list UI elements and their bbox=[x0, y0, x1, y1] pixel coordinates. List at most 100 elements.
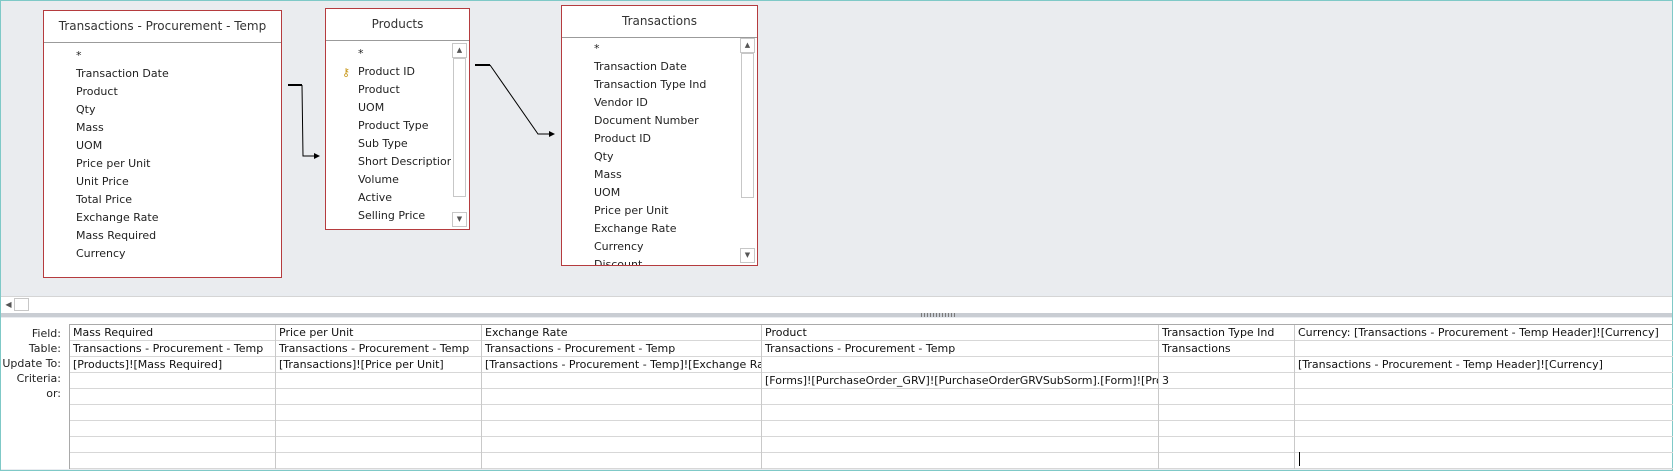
field-item[interactable]: Mass Required bbox=[326, 225, 451, 229]
grid-cell-criteria[interactable] bbox=[482, 373, 761, 389]
grid-cell-field[interactable]: Price per Unit bbox=[276, 325, 481, 341]
grid-cell-or[interactable] bbox=[482, 389, 761, 405]
scroll-down-icon[interactable]: ▼ bbox=[740, 248, 755, 263]
grid-cell-or[interactable] bbox=[70, 389, 275, 405]
field-item[interactable]: Document Number bbox=[562, 112, 739, 130]
field-item[interactable]: * bbox=[562, 40, 739, 58]
grid-cell-empty[interactable] bbox=[276, 437, 481, 453]
field-item[interactable]: Sub Type bbox=[326, 135, 451, 153]
join-line-product[interactable] bbox=[288, 84, 320, 159]
grid-column[interactable]: Mass Required Transactions - Procurement … bbox=[70, 325, 276, 469]
field-item[interactable]: * bbox=[326, 45, 451, 63]
grid-cell-criteria[interactable]: [Forms]![PurchaseOrder_GRV]![PurchaseOrd… bbox=[762, 373, 1158, 389]
grid-cell-criteria[interactable] bbox=[70, 373, 275, 389]
design-grid-pane[interactable]: Field: Table: Update To: Criteria: or: M… bbox=[1, 318, 1673, 469]
grid-cell-criteria[interactable]: 3 bbox=[1159, 373, 1294, 389]
grid-cell-update-to[interactable]: [Transactions]![Price per Unit] bbox=[276, 357, 481, 373]
grid-cell-or[interactable] bbox=[1295, 389, 1673, 405]
table-pane-hscrollbar[interactable]: ◀ bbox=[1, 296, 1672, 313]
grid-cell-empty[interactable] bbox=[762, 437, 1158, 453]
grid-cell-empty[interactable] bbox=[70, 421, 275, 437]
table-pane[interactable]: Transactions - Procurement - Temp * Trans… bbox=[1, 1, 1672, 293]
field-item[interactable]: Selling Price bbox=[326, 207, 451, 225]
grid-cell-table[interactable]: Transactions - Procurement - Temp bbox=[482, 341, 761, 357]
grid-cell-empty[interactable] bbox=[1295, 437, 1673, 453]
grid-cell-empty[interactable] bbox=[1159, 437, 1294, 453]
grid-cell-or[interactable] bbox=[762, 389, 1158, 405]
grid-cell-empty[interactable] bbox=[70, 405, 275, 421]
field-item[interactable]: Price per Unit bbox=[44, 155, 281, 173]
field-list-scrollbar[interactable]: ▲ ▼ bbox=[452, 43, 467, 227]
field-item[interactable]: Unit Price bbox=[44, 173, 281, 191]
field-item[interactable]: Mass Required bbox=[44, 227, 281, 245]
field-item[interactable]: Qty bbox=[562, 148, 739, 166]
field-item[interactable]: UOM bbox=[44, 137, 281, 155]
grid-cell-criteria[interactable] bbox=[1295, 373, 1673, 389]
table-transactions-procurement-temp[interactable]: Transactions - Procurement - Temp * Trans… bbox=[43, 10, 282, 278]
grid-cell-table[interactable]: Transactions - Procurement - Temp bbox=[276, 341, 481, 357]
grid-cell-empty[interactable] bbox=[1295, 405, 1673, 421]
field-item[interactable]: Transaction Type Ind bbox=[562, 76, 739, 94]
grid-cell-empty[interactable] bbox=[482, 421, 761, 437]
grid-cell-table[interactable]: Transactions bbox=[1159, 341, 1294, 357]
grid-cell-empty[interactable] bbox=[1159, 421, 1294, 437]
grid-cell-empty[interactable] bbox=[276, 453, 481, 469]
field-item[interactable]: Currency bbox=[44, 245, 281, 263]
grid-cell-update-to[interactable]: [Products]![Mass Required] bbox=[70, 357, 275, 373]
grid-cell-empty[interactable] bbox=[762, 405, 1158, 421]
scroll-up-icon[interactable]: ▲ bbox=[452, 43, 467, 58]
field-item[interactable]: Qty bbox=[44, 101, 281, 119]
field-item[interactable]: Mass bbox=[562, 166, 739, 184]
scroll-up-icon[interactable]: ▲ bbox=[740, 38, 755, 53]
grid-cell-empty[interactable] bbox=[70, 453, 275, 469]
field-item[interactable]: Currency bbox=[562, 238, 739, 256]
grid-cell-empty[interactable] bbox=[276, 405, 481, 421]
grid-cell-or[interactable] bbox=[1159, 389, 1294, 405]
grid-cell-or[interactable] bbox=[276, 389, 481, 405]
field-list[interactable]: * Transaction Date Transaction Type Ind Ven… bbox=[562, 38, 739, 265]
grid-cell-criteria[interactable] bbox=[276, 373, 481, 389]
grid-cell-update-to[interactable]: [Transactions - Procurement - Temp Heade… bbox=[1295, 357, 1673, 373]
grid-cell-field[interactable]: Product bbox=[762, 325, 1158, 341]
grid-cell-field[interactable]: Mass Required bbox=[70, 325, 275, 341]
grid-cell-update-to[interactable] bbox=[1159, 357, 1294, 373]
grid-cell-table[interactable]: Transactions - Procurement - Temp bbox=[70, 341, 275, 357]
field-item[interactable]: Mass bbox=[44, 119, 281, 137]
grid-column[interactable]: Currency: [Transactions - Procurement - … bbox=[1295, 325, 1673, 469]
grid-cell-empty[interactable] bbox=[1159, 453, 1294, 469]
grid-cell-table[interactable]: Transactions - Procurement - Temp bbox=[762, 341, 1158, 357]
table-title[interactable]: Products bbox=[326, 9, 469, 41]
grid-cell-empty[interactable] bbox=[762, 453, 1158, 469]
table-transactions[interactable]: Transactions * Transaction Date Transactio… bbox=[561, 5, 758, 266]
grid-cell-empty[interactable] bbox=[762, 421, 1158, 437]
field-item[interactable]: Exchange Rate bbox=[562, 220, 739, 238]
field-item[interactable]: Vendor ID bbox=[562, 94, 739, 112]
scroll-down-icon[interactable]: ▼ bbox=[452, 212, 467, 227]
join-line-product-id[interactable] bbox=[475, 64, 555, 137]
field-item[interactable]: Product bbox=[44, 83, 281, 101]
grid-cell-empty[interactable] bbox=[1159, 405, 1294, 421]
pane-splitter[interactable] bbox=[1, 313, 1672, 317]
field-item[interactable]: Exchange Rate bbox=[44, 209, 281, 227]
design-grid[interactable]: Mass Required Transactions - Procurement … bbox=[69, 324, 1673, 469]
grid-cell-empty[interactable] bbox=[1295, 453, 1673, 469]
field-item[interactable]: Product bbox=[326, 81, 451, 99]
field-item[interactable]: Total Price bbox=[44, 191, 281, 209]
grid-cell-empty[interactable] bbox=[482, 437, 761, 453]
field-item[interactable]: * bbox=[44, 47, 281, 65]
grid-cell-field[interactable]: Transaction Type Ind bbox=[1159, 325, 1294, 341]
grid-cell-empty[interactable] bbox=[70, 437, 275, 453]
grid-column[interactable]: Product Transactions - Procurement - Temp… bbox=[762, 325, 1159, 469]
table-title[interactable]: Transactions bbox=[562, 6, 757, 38]
field-list-scrollbar[interactable]: ▲ ▼ bbox=[740, 38, 755, 263]
grid-column[interactable]: Transaction Type Ind Transactions 3 bbox=[1159, 325, 1295, 469]
scroll-thumb[interactable] bbox=[741, 53, 754, 198]
grid-cell-table[interactable] bbox=[1295, 341, 1673, 357]
grid-cell-field[interactable]: Exchange Rate bbox=[482, 325, 761, 341]
grid-cell-empty[interactable] bbox=[482, 453, 761, 469]
field-item[interactable]: Transaction Date bbox=[562, 58, 739, 76]
grid-column[interactable]: Exchange Rate Transactions - Procurement … bbox=[482, 325, 762, 469]
grid-cell-empty[interactable] bbox=[1295, 421, 1673, 437]
table-title[interactable]: Transactions - Procurement - Temp bbox=[44, 11, 281, 43]
field-item[interactable]: ⚷ Product ID bbox=[326, 63, 451, 81]
